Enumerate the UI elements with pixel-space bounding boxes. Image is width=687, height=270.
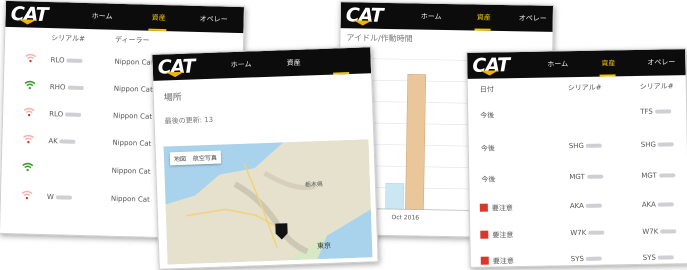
cat-logo: CAT (345, 4, 383, 27)
row-serial: SYS (571, 255, 602, 263)
row-dealer: Nippon Cat (113, 84, 153, 94)
map[interactable]: 地図 航空写真 栃木県 東京 (163, 139, 373, 265)
x-tick-label: Oct 2016 (391, 214, 419, 221)
row-dealer: Nippon Cat (114, 57, 154, 67)
signal-icon (23, 107, 35, 117)
row-serial: W (47, 193, 72, 202)
nav-assets[interactable]: 資産 (601, 58, 615, 68)
row-serial: RLO (49, 110, 82, 119)
top-bar: CAT ホーム 資産 オペレー (5, 0, 244, 34)
row-serial: W7K (570, 229, 605, 237)
row-serial-2: SYS (643, 253, 674, 262)
map-label: 栃木県 (304, 180, 324, 189)
signal-icon (23, 134, 34, 144)
row-status: 今後 (480, 144, 495, 153)
nav-active-indicator (148, 28, 167, 32)
nav-operators[interactable]: オペレー (200, 14, 228, 25)
row-serial: AK (48, 137, 76, 146)
signal-icon (22, 162, 34, 172)
column-header-serial: シリアル# (567, 83, 602, 93)
nav-active-indicator (599, 74, 616, 77)
chart-title: アイドル/作動時間 (346, 33, 413, 44)
column-header-date: 日付 (479, 85, 494, 94)
cat-logo: CAT (10, 3, 48, 27)
nav-assets[interactable]: 資産 (152, 13, 166, 23)
row-serial-2: SHG (641, 140, 674, 149)
nav-active-indicator (333, 72, 350, 75)
row-serial-2: MGT (641, 171, 675, 180)
row-serial: MGT (569, 173, 603, 181)
nav-home[interactable]: ホーム (421, 12, 442, 22)
satellite-button[interactable]: 航空写真 (193, 155, 217, 163)
signal-icon (21, 190, 33, 200)
map-label: 東京 (316, 241, 332, 251)
row-serial: SHG (569, 142, 602, 150)
row-serial: RHO (50, 83, 84, 92)
inspection-list-screen: CAT ホーム 資産 オペレー 日付 シリアル# シリアル# 今後 TFS 今後… (466, 48, 687, 268)
row-serial: RLO (50, 56, 83, 65)
top-bar: CAT ホーム 資産 (152, 47, 372, 81)
cat-logo: CAT (157, 55, 195, 79)
top-bar: CAT ホーム 資産 オペレー (467, 49, 686, 79)
map-button[interactable]: 地図 (174, 156, 186, 163)
column-header-dealer: ディーラー (114, 35, 150, 45)
row-serial: TFS (640, 107, 671, 116)
nav-home[interactable]: ホーム (547, 59, 568, 69)
row-serial: AKA (570, 202, 602, 210)
location-heading: 場所 (163, 92, 183, 104)
nav-operators[interactable]: オペレー (519, 13, 547, 23)
row-serial-2: W7K (642, 227, 677, 236)
row-status: 要注意 (492, 257, 514, 266)
map-type-control[interactable]: 地図 航空写真 (169, 150, 222, 166)
nav-assets[interactable]: 資産 (287, 58, 301, 68)
row-status: 要注意 (492, 231, 514, 240)
row-status: 今後 (480, 111, 495, 120)
row-serial-2: AKA (642, 200, 674, 209)
alert-icon (480, 230, 489, 239)
location-pin-icon (275, 223, 288, 240)
nav-home[interactable]: ホーム (231, 59, 252, 70)
row-dealer: Nippon Cat (111, 166, 151, 176)
signal-icon (25, 53, 37, 63)
nav-active-indicator (474, 28, 491, 31)
row-dealer: Nippon Cat (110, 194, 150, 204)
row-dealer: Nippon Cat (113, 111, 153, 121)
nav-operators[interactable]: オペレー (647, 57, 675, 67)
top-bar: CAT ホーム 資産 オペレー (340, 2, 554, 32)
nav-home[interactable]: ホーム (92, 11, 113, 22)
row-status: 今後 (481, 175, 496, 184)
row-dealer: Nippon Cat (112, 138, 152, 148)
alert-icon (480, 256, 489, 265)
last-update: 最後の更新: 13 (164, 115, 214, 126)
column-header-serial: シリアル# (51, 34, 86, 43)
bar-idle (385, 182, 405, 210)
bar-working (405, 74, 427, 210)
column-header-serial-2: シリアル# (639, 82, 674, 91)
location-screen: CAT ホーム 資産 場所 最後の更新: 13 地図 航空写真 栃木県 東京 (151, 46, 379, 270)
signal-icon (24, 80, 36, 90)
alert-icon (479, 203, 488, 212)
cat-logo: CAT (472, 54, 510, 77)
row-status: 要注意 (491, 204, 513, 213)
nav-assets[interactable]: 資産 (477, 13, 491, 23)
